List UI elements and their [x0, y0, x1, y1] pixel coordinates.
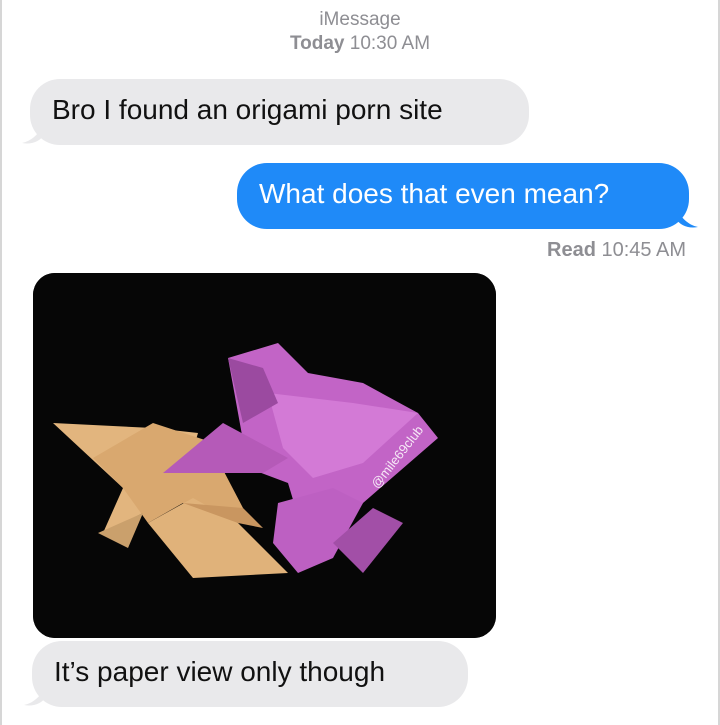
bubble-tail-icon: [676, 207, 698, 228]
bubble-tail-icon: [22, 123, 44, 144]
bubble-tail-icon: [24, 685, 46, 706]
timestamp: Today 10:30 AM: [0, 32, 720, 56]
message-bubble-incoming[interactable]: Bro I found an origami porn site: [30, 79, 529, 145]
message-text: It’s paper view only though: [54, 656, 386, 687]
message-bubble-incoming[interactable]: It’s paper view only though: [32, 641, 468, 707]
message-image[interactable]: [33, 273, 496, 638]
message-text: Bro I found an origami porn site: [52, 94, 443, 125]
message-bubble-outgoing[interactable]: What does that even mean?: [237, 163, 689, 229]
service-label: iMessage: [319, 9, 401, 30]
read-label: Read: [547, 239, 596, 261]
timestamp-day: Today: [289, 33, 345, 54]
message-text: What does that even mean?: [259, 178, 610, 209]
origami-photo-image: [33, 273, 496, 638]
timestamp-time: 10:30 AM: [349, 33, 431, 54]
read-receipt: Read 10:45 AM: [547, 239, 686, 262]
read-time: 10:45 AM: [601, 239, 686, 261]
left-border: [0, 0, 2, 725]
conversation-header: iMessage Today 10:30 AM: [0, 8, 720, 56]
